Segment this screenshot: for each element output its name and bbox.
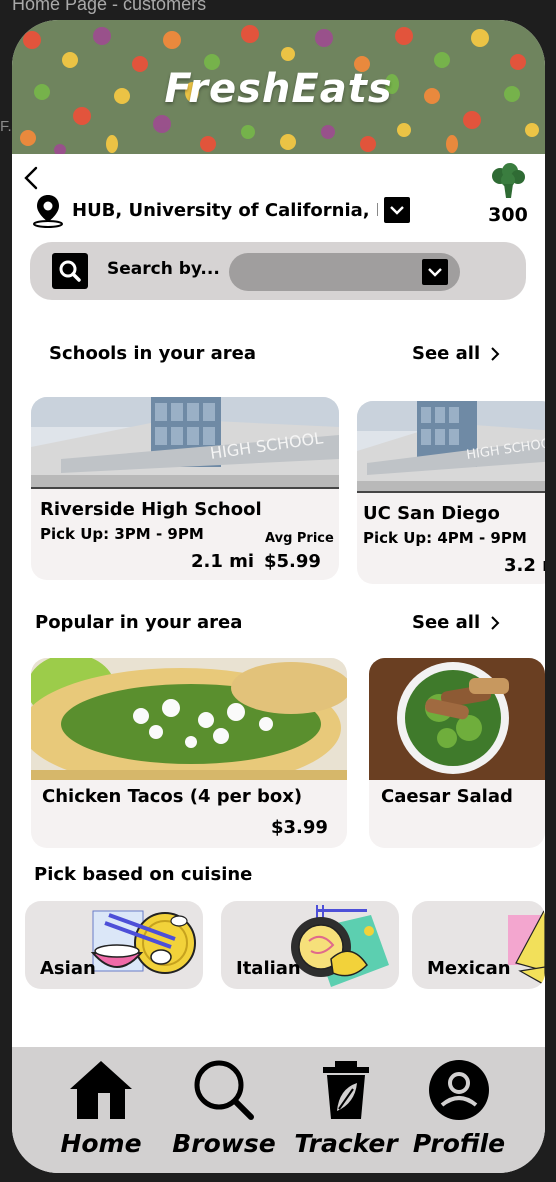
search-label: Search by... [107, 259, 220, 279]
bottom-navigation: Home Browse Tracker Profile [12, 1047, 545, 1173]
school-building-image: HIGH SCHOOL [357, 401, 545, 493]
location-dropdown-button[interactable] [384, 197, 410, 223]
school-pickup: Pick Up: 3PM - 9PM [40, 525, 204, 543]
back-arrow-icon[interactable] [20, 165, 42, 191]
search-bar: Search by... [30, 242, 526, 300]
cuisine-card-asian[interactable]: Asian [25, 901, 203, 989]
nav-label: Browse [172, 1129, 276, 1158]
broccoli-icon [492, 163, 525, 198]
see-all-label: See all [412, 343, 481, 364]
nav-tracker[interactable]: Tracker [291, 1059, 401, 1158]
school-distance: 3.2 mi [504, 555, 545, 576]
magnifier-icon [194, 1060, 254, 1120]
food-price: $3.99 [271, 817, 328, 838]
school-name: UC San Diego [363, 503, 500, 524]
nav-home[interactable]: Home [46, 1059, 156, 1158]
frame-title: Home Page - customers [12, 0, 207, 14]
chevron-right-icon [491, 615, 500, 630]
food-card[interactable]: Chicken Tacos (4 per box) $3.99 [31, 658, 347, 848]
cuisine-section-title: Pick based on cuisine [34, 864, 253, 885]
school-name: Riverside High School [40, 499, 262, 520]
search-icon [59, 260, 81, 282]
phone-screen: FreshEats HUB, University of California,… [12, 20, 545, 1173]
cuisine-label: Mexican [427, 958, 511, 979]
food-name: Caesar Salad [381, 786, 513, 807]
popular-section-title: Popular in your area [35, 612, 243, 633]
salad-image [369, 658, 545, 780]
nav-label: Tracker [294, 1129, 398, 1158]
school-card[interactable]: HIGH SCHOOL Riverside High School Pick U… [31, 397, 339, 580]
food-card[interactable]: Caesar Salad [369, 658, 545, 848]
see-all-label: See all [412, 612, 481, 633]
location-text: HUB, University of California, Ri [72, 199, 378, 221]
school-pickup: Pick Up: 4PM - 9PM [363, 529, 527, 547]
avg-price-label: Avg Price [265, 531, 334, 546]
chevron-right-icon [491, 346, 500, 361]
chevron-down-icon [390, 206, 404, 215]
schools-see-all-link[interactable]: See all [412, 343, 500, 364]
search-button[interactable] [52, 253, 88, 289]
tacos-image [31, 658, 347, 780]
search-dropdown-toggle[interactable] [422, 259, 448, 285]
home-icon [70, 1061, 132, 1119]
school-card[interactable]: HIGH SCHOOL UC San Diego Pick Up: 4PM - … [357, 401, 545, 584]
schools-section-title: Schools in your area [49, 343, 257, 364]
app-title: FreshEats [164, 66, 393, 112]
location-selector[interactable]: HUB, University of California, Ri [30, 190, 410, 230]
points-value: 300 [488, 204, 528, 226]
popular-see-all-link[interactable]: See all [412, 612, 500, 633]
school-building-image: HIGH SCHOOL [31, 397, 339, 489]
nav-profile[interactable]: Profile [404, 1059, 514, 1158]
app-header: FreshEats [12, 20, 545, 154]
location-pin-icon [33, 195, 63, 228]
school-distance: 2.1 mi [191, 551, 255, 572]
cuisine-card-italian[interactable]: Italian [221, 901, 399, 989]
nav-label: Home [60, 1129, 142, 1158]
cuisine-label: Asian [40, 958, 96, 979]
search-filter-dropdown[interactable] [229, 253, 460, 291]
profile-icon [429, 1060, 489, 1120]
nav-label: Profile [412, 1129, 506, 1158]
cuisine-card-mexican[interactable]: Mexican [412, 901, 545, 989]
nav-browse[interactable]: Browse [169, 1059, 279, 1158]
food-name: Chicken Tacos (4 per box) [42, 786, 303, 807]
chevron-down-icon [428, 268, 442, 277]
points-display[interactable]: 300 [478, 162, 538, 226]
trash-bin-icon [323, 1061, 369, 1119]
school-avg-price: $5.99 [264, 551, 321, 572]
cuisine-label: Italian [236, 958, 301, 979]
